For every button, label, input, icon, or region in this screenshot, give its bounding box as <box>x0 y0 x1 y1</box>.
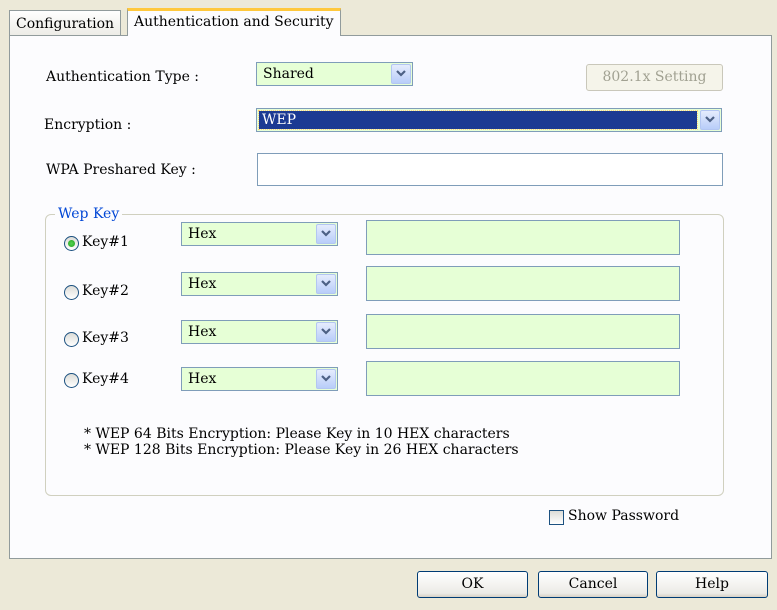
key2-value-input[interactable] <box>366 266 680 301</box>
key4-format-value: Hex <box>188 371 217 387</box>
key4-format-select[interactable]: Hex <box>181 367 338 391</box>
key2-label: Key#2 <box>82 283 129 299</box>
wep-key-legend: Wep Key <box>58 206 120 222</box>
ok-button[interactable]: OK <box>417 571 528 598</box>
tab-configuration[interactable]: Configuration <box>9 10 122 36</box>
key1-radio[interactable] <box>64 236 79 251</box>
key3-format-value: Hex <box>188 324 217 340</box>
key4-value-input[interactable] <box>366 361 680 396</box>
tab-authentication-and-security[interactable]: Authentication and Security <box>127 8 341 36</box>
chevron-down-icon[interactable] <box>391 64 411 84</box>
chevron-down-icon[interactable] <box>316 369 336 389</box>
show-password-checkbox[interactable] <box>549 510 564 525</box>
wep-64-note: * WEP 64 Bits Encryption: Please Key in … <box>84 426 510 442</box>
encryption-label: Encryption : <box>44 117 132 133</box>
cancel-button[interactable]: Cancel <box>538 571 648 598</box>
chevron-down-icon[interactable] <box>316 224 336 244</box>
key2-format-select[interactable]: Hex <box>181 272 338 296</box>
help-button[interactable]: Help <box>656 571 768 598</box>
show-password-label: Show Password <box>568 508 680 524</box>
authentication-type-label: Authentication Type : <box>46 69 200 85</box>
key1-format-select[interactable]: Hex <box>181 222 338 246</box>
8021x-setting-button[interactable]: 802.1x Setting <box>586 64 723 91</box>
wep-128-note: * WEP 128 Bits Encryption: Please Key in… <box>84 442 519 458</box>
chevron-down-icon[interactable] <box>316 274 336 294</box>
key1-format-value: Hex <box>188 226 217 242</box>
key4-label: Key#4 <box>82 371 129 387</box>
authentication-type-select[interactable]: Shared <box>256 62 413 86</box>
authentication-type-value: Shared <box>263 66 314 82</box>
radio-selected-icon <box>68 240 75 247</box>
key3-format-select[interactable]: Hex <box>181 320 338 344</box>
wpa-preshared-key-label: WPA Preshared Key : <box>46 162 196 178</box>
key2-radio[interactable] <box>64 285 79 300</box>
chevron-down-icon[interactable] <box>316 322 336 342</box>
encryption-value: WEP <box>258 110 698 130</box>
key1-value-input[interactable] <box>366 220 680 255</box>
key1-label: Key#1 <box>82 234 129 250</box>
key2-format-value: Hex <box>188 276 217 292</box>
key3-radio[interactable] <box>64 332 79 347</box>
encryption-select[interactable]: WEP <box>256 108 722 132</box>
key3-value-input[interactable] <box>366 314 680 349</box>
key3-label: Key#3 <box>82 330 129 346</box>
wpa-preshared-key-input[interactable] <box>257 153 723 186</box>
chevron-down-icon[interactable] <box>700 110 720 130</box>
key4-radio[interactable] <box>64 373 79 388</box>
